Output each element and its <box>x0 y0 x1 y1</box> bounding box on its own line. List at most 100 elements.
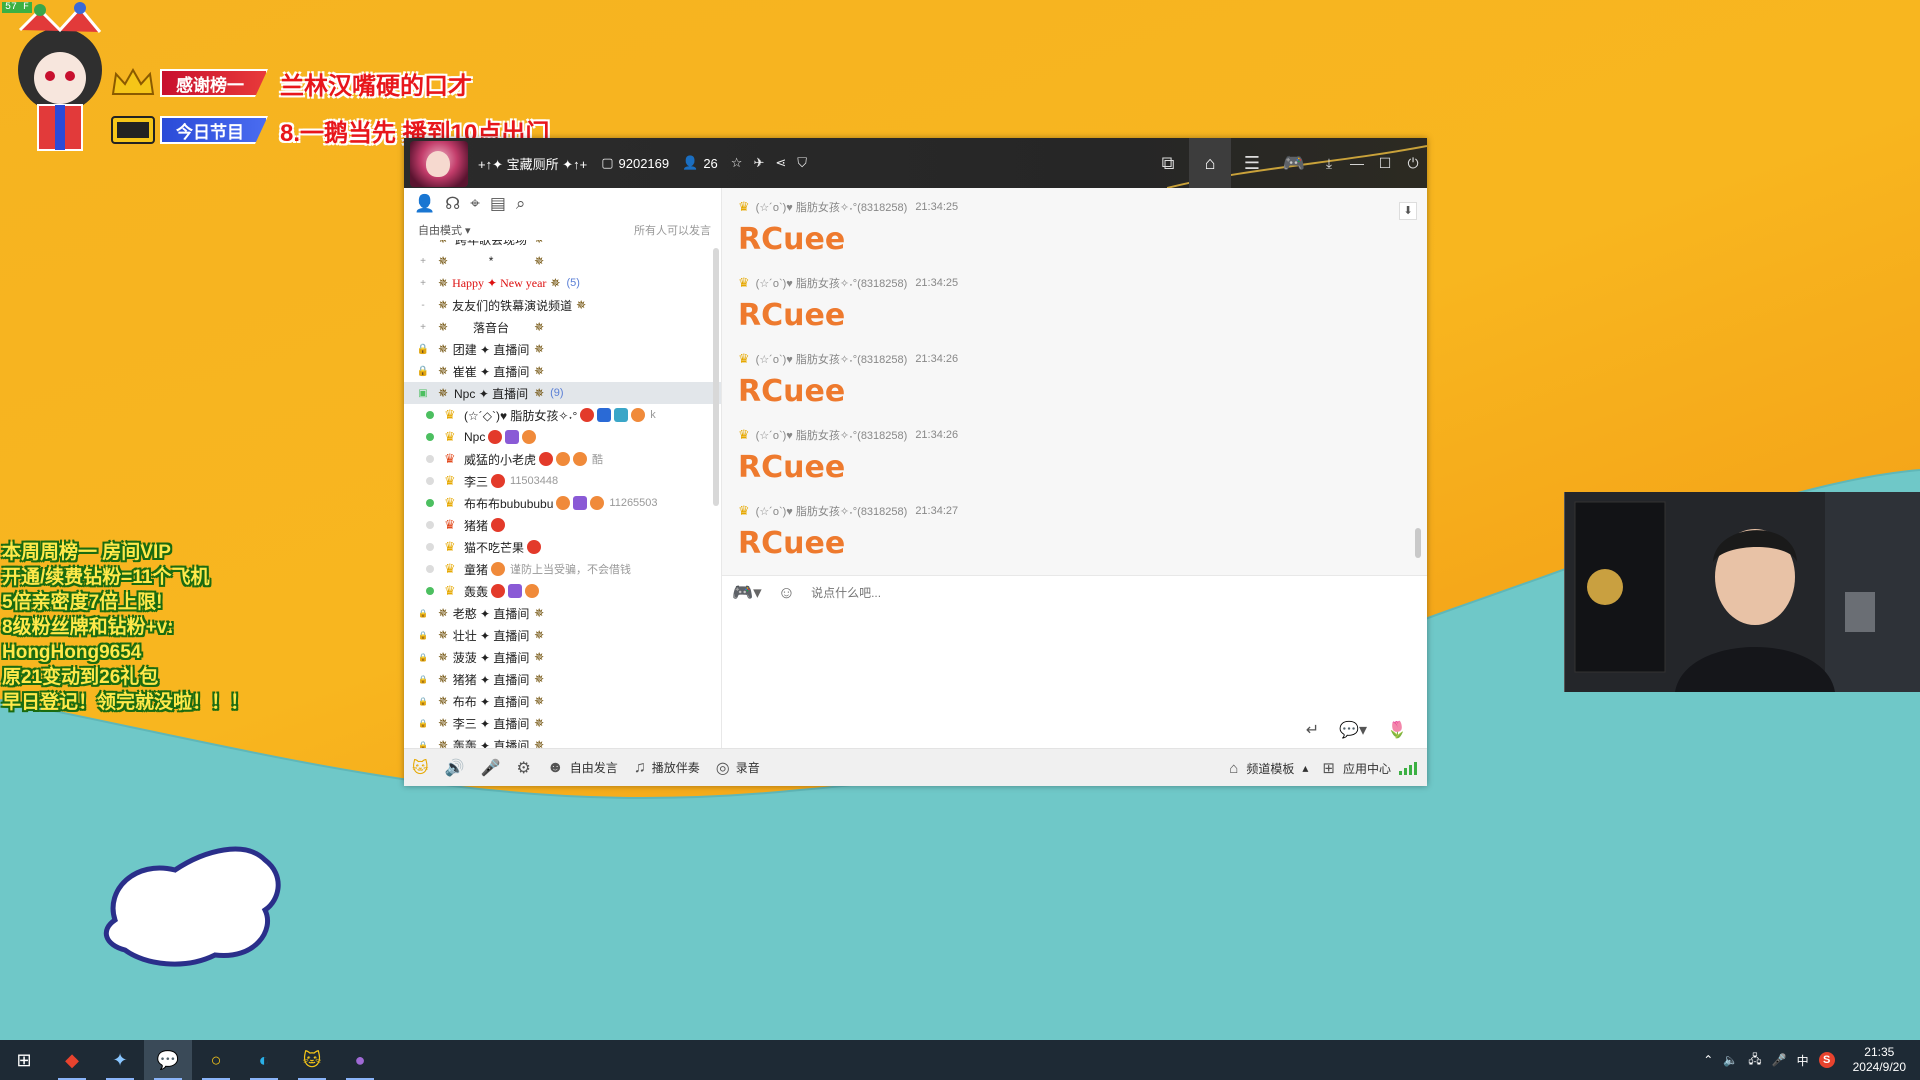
share-icon[interactable]: ⋖ <box>775 155 786 171</box>
channel-item[interactable]: + ✵ * ✵ <box>404 250 721 272</box>
play-music-button[interactable]: ♫ 播放伴奏 <box>634 759 700 777</box>
channel-expand-icon[interactable]: + <box>412 278 434 289</box>
app-dark-icon[interactable]: ✦ <box>96 1040 144 1080</box>
bottom-statusbar: 🐱 🔊 🎤 ⚙ ☻ 自由发言 ♫ 播放伴奏 ◎ 录音 ⌂ 频道模板 ▴ ⊞ 应用… <box>404 748 1427 786</box>
flower-gift-icon[interactable]: 🌷 <box>1387 720 1407 740</box>
channel-expand-icon[interactable]: ▣ <box>412 388 434 399</box>
channel-item[interactable]: + ✵ 落音台 ✵ <box>404 316 721 338</box>
channel-expand-icon[interactable]: - <box>412 300 434 311</box>
maximize-icon[interactable]: ☐ <box>1371 138 1399 188</box>
yy-icon[interactable]: 🐱 <box>288 1040 336 1080</box>
user-list-item[interactable]: ♛ 猪猪 <box>404 514 721 536</box>
free-speak-button[interactable]: ☻ 自由发言 <box>547 759 618 777</box>
star-icon[interactable]: ☆ <box>731 155 743 171</box>
user-list-item[interactable]: ♛ 猫不吃芒果 <box>404 536 721 558</box>
channel-badge-icon: ✵ <box>438 342 449 356</box>
location-icon[interactable]: ⌖ <box>470 194 480 214</box>
notice-icon[interactable]: ▤ <box>490 194 506 214</box>
search-icon[interactable]: ⌕ <box>516 194 526 214</box>
emoji-icon[interactable]: ☺ <box>778 583 795 603</box>
app-red-icon[interactable]: ◆ <box>48 1040 96 1080</box>
plane-icon[interactable]: ✈ <box>753 155 764 171</box>
message-sender[interactable]: (☆´o`)♥ 脂肪女孩✧˖°(8318258) <box>756 199 908 215</box>
channel-item[interactable]: 🔒 ✵ 菠菠 ✦ 直播间 ✵ <box>404 646 721 668</box>
channel-item[interactable]: 🔒 ✵ 李三 ✦ 直播间 ✵ <box>404 712 721 734</box>
message-sender[interactable]: (☆´o`)♥ 脂肪女孩✧˖°(8318258) <box>756 275 908 291</box>
statusbar-right: ⌂ 频道模板 ▴ ⊞ 应用中心 <box>1229 749 1417 787</box>
tray-up-icon[interactable]: ⌃ <box>1703 1053 1713 1067</box>
tray-mic-icon[interactable]: 🎤 <box>1772 1053 1787 1067</box>
app-center-button[interactable]: 应用中心 <box>1343 760 1391 777</box>
channel-avatar[interactable] <box>410 141 468 187</box>
home-icon[interactable]: ⌂ <box>1189 138 1231 188</box>
channel-scrollbar[interactable] <box>713 248 719 506</box>
channel-item[interactable]: 🔒 ✵ 崔崔 ✦ 直播间 ✵ <box>404 360 721 382</box>
wechat-icon[interactable]: 💬 <box>144 1040 192 1080</box>
user-badge-icon <box>556 452 571 466</box>
message-sender[interactable]: (☆´o`)♥ 脂肪女孩✧˖°(8318258) <box>756 503 908 519</box>
user-list-item[interactable]: ♛ 童猪 谨防上当受骗，不会借钱 <box>404 558 721 580</box>
mode-dropdown[interactable]: 自由模式 ▾ <box>418 222 471 238</box>
gamepad-icon[interactable]: 🎮 <box>1273 138 1315 188</box>
message-sender[interactable]: (☆´o`)♥ 脂肪女孩✧˖°(8318258) <box>756 427 908 443</box>
network-icon[interactable]: 🖧 <box>1748 1050 1761 1071</box>
sogou-icon[interactable]: S <box>1818 1052 1835 1068</box>
channel-meta: ▢ 9202169 👤 26 ☆ ✈ ⋖ ⛉ <box>601 155 807 171</box>
chat-scrollbar[interactable] <box>1415 528 1421 558</box>
record-button[interactable]: ◎ 录音 <box>716 758 760 778</box>
channel-item[interactable]: ▪ ✵ 跨年歌会现场 ✵ <box>404 240 721 250</box>
game-emoji-icon[interactable]: 🎮▾ <box>732 583 762 603</box>
fps-badge: 57 F <box>2 2 33 13</box>
live-video-icon[interactable]: ⧉ <box>1147 138 1189 188</box>
channel-badge-icon: ✵ <box>534 716 545 730</box>
scroll-to-bottom-button[interactable]: ⬇ <box>1399 202 1417 220</box>
user-list-item[interactable]: ♛ 轰轰 <box>404 580 721 602</box>
download-icon[interactable]: ⤓ <box>1315 138 1343 188</box>
shield-icon[interactable]: ⛉ <box>797 155 807 171</box>
volume-icon[interactable]: 🔈 <box>1723 1053 1738 1067</box>
channel-badge-icon: ✵ <box>438 298 449 312</box>
power-icon[interactable]: ⏻ <box>1399 138 1427 188</box>
sender-role-icon: ♛ <box>738 275 750 290</box>
windows-start-icon[interactable]: ⊞ <box>0 1040 48 1080</box>
user-list-item[interactable]: ♛ 布布布bubububu 11265503 <box>404 492 721 514</box>
channel-item[interactable]: 🔒 ✵ 老憨 ✦ 直播间 ✵ <box>404 602 721 624</box>
yy-avatar-icon[interactable]: 🐱 <box>412 758 429 778</box>
message-icon[interactable]: 💬▾ <box>1339 720 1367 740</box>
channel-item[interactable]: 🔒 ✵ 布布 ✦ 直播间 ✵ <box>404 690 721 712</box>
mixer-icon[interactable]: ⚙ <box>517 758 531 778</box>
chat-input[interactable] <box>811 586 1112 600</box>
channel-template-button[interactable]: 频道模板 <box>1246 760 1294 777</box>
channel-item[interactable]: 🔒 ✵ 轰轰 ✦ 直播间 ✵ <box>404 734 721 748</box>
user-sign: 谨防上当受骗，不会借钱 <box>510 564 632 576</box>
channel-expand-icon[interactable]: + <box>412 256 434 267</box>
enter-icon[interactable]: ↵ <box>1306 720 1319 740</box>
channel-item[interactable]: - ✵ 友友们的铁幕演说频道 ✵ <box>404 294 721 316</box>
user-list-item[interactable]: ♛ 威猛的小老虎 酷 <box>404 448 721 470</box>
clock[interactable]: 21:35 2024/9/20 <box>1853 1045 1906 1075</box>
user-list-item[interactable]: ♛ (☆´◇`)♥ 脂肪女孩✧˖° k <box>404 404 721 426</box>
ime-indicator[interactable]: 中 <box>1797 1052 1809 1069</box>
app-purple-icon[interactable]: ● <box>336 1040 384 1080</box>
window-titlebar[interactable]: +↑✦ 宝藏厕所 ✦↑+ ▢ 9202169 👤 26 ☆ ✈ ⋖ ⛉ ⧉ ⌂ … <box>404 138 1427 188</box>
channel-item[interactable]: + ✵ Happy ✦ New year ✵ (5) <box>404 272 721 294</box>
minimize-icon[interactable]: — <box>1343 138 1371 188</box>
list-icon[interactable]: ☰ <box>1231 138 1273 188</box>
fan-icon[interactable]: ☊ <box>445 194 460 214</box>
mic-icon[interactable]: 🎤 <box>481 758 501 778</box>
edge-icon[interactable]: ◐ <box>240 1040 288 1080</box>
channel-item[interactable]: 🔒 ✵ 壮壮 ✦ 直播间 ✵ <box>404 624 721 646</box>
channel-expand-icon[interactable]: ▪ <box>412 240 434 245</box>
channel-expand-icon[interactable]: 🔒 <box>412 366 434 377</box>
channel-item[interactable]: 🔒 ✵ 团建 ✦ 直播间 ✵ <box>404 338 721 360</box>
channel-expand-icon[interactable]: + <box>412 322 434 333</box>
app-ring-icon[interactable]: ○ <box>192 1040 240 1080</box>
user-icon[interactable]: 👤 <box>414 194 435 214</box>
channel-expand-icon[interactable]: 🔒 <box>412 344 434 355</box>
user-list-item[interactable]: ♛ Npc <box>404 426 721 448</box>
message-sender[interactable]: (☆´o`)♥ 脂肪女孩✧˖°(8318258) <box>756 351 908 367</box>
user-list-item[interactable]: ♛ 李三 11503448 <box>404 470 721 492</box>
speaker-icon[interactable]: 🔊 <box>445 758 465 778</box>
channel-item[interactable]: ▣ ✵ Npc ✦ 直播间 ✵ (9) <box>404 382 721 404</box>
channel-item[interactable]: 🔒 ✵ 猪猪 ✦ 直播间 ✵ <box>404 668 721 690</box>
